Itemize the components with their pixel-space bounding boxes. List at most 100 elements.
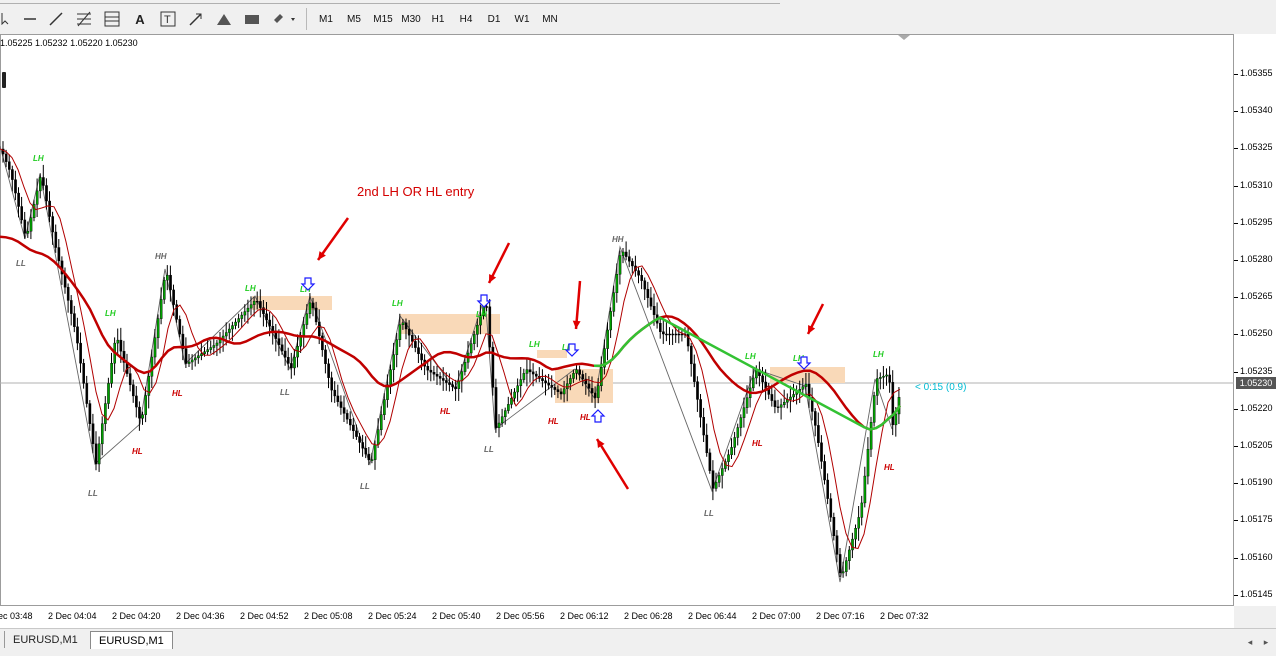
bear-candle <box>342 407 346 414</box>
swing-label-ll: LL <box>16 259 26 268</box>
bull-candle <box>212 345 216 348</box>
bull-candle <box>380 414 383 430</box>
tabs-scroll-left-icon[interactable]: ◂ <box>1244 631 1256 653</box>
timeframe-m5[interactable]: M5 <box>341 10 367 28</box>
timeframe-h4[interactable]: H4 <box>453 10 479 28</box>
bear-candle <box>643 280 647 290</box>
bear-candle <box>4 153 8 162</box>
swing-label-lh: LH <box>745 352 756 361</box>
more-shapes-icon[interactable] <box>270 8 300 30</box>
bull-candle <box>302 324 306 336</box>
bull-candle <box>187 361 191 364</box>
bull-candle <box>783 401 786 405</box>
bear-candle <box>23 219 27 234</box>
bull-candle <box>234 321 237 326</box>
time-tick-label: 2 Dec 06:12 <box>560 611 609 621</box>
price-tick-label: 1.05265 <box>1240 291 1273 302</box>
bull-candle <box>401 322 405 325</box>
bull-candle <box>507 404 510 411</box>
bull-candle <box>569 378 572 384</box>
bear-candle <box>891 382 895 426</box>
triangle-icon[interactable] <box>214 8 234 30</box>
bear-candle <box>318 321 321 337</box>
bear-candle <box>268 319 272 327</box>
bull-candle <box>566 383 569 390</box>
bear-candle <box>587 383 591 389</box>
chart-tab-active[interactable]: EURUSD,M1 <box>90 631 173 649</box>
bear-candle <box>420 353 423 361</box>
trendline-icon[interactable] <box>46 8 66 30</box>
timeframe-m15[interactable]: M15 <box>369 10 397 28</box>
bear-candle <box>42 177 45 186</box>
timeframe-m1[interactable]: M1 <box>313 10 339 28</box>
bull-candle <box>879 377 882 379</box>
price-tick-label: 1.05145 <box>1240 588 1273 599</box>
bull-candle <box>141 414 144 419</box>
price-tick-label: 1.05355 <box>1240 68 1273 78</box>
bull-candle <box>252 300 256 305</box>
bull-candle <box>100 423 104 445</box>
price-tick-label: 1.05340 <box>1240 105 1273 116</box>
bull-candle <box>510 398 513 405</box>
bear-candle <box>277 338 281 346</box>
arrow-tool-icon[interactable] <box>186 8 206 30</box>
bear-candle <box>66 287 70 301</box>
bull-candle <box>752 377 755 389</box>
fibonacci-icon[interactable] <box>74 8 94 30</box>
bull-candle <box>240 314 244 319</box>
bear-candle <box>404 322 408 330</box>
bull-candle <box>203 351 206 354</box>
swing-label-lh: LH <box>105 309 116 318</box>
bull-candle <box>851 538 854 551</box>
bull-candle <box>504 410 507 418</box>
timeframe-h1[interactable]: H1 <box>425 10 451 28</box>
cursor-icon[interactable] <box>0 8 10 30</box>
bull-candle <box>107 383 110 404</box>
bear-candle <box>581 374 585 380</box>
bear-candle <box>702 417 705 436</box>
time-tick-label: 2 Dec 04:52 <box>240 611 289 621</box>
bull-candle <box>246 307 250 312</box>
price-tick-mark <box>1234 594 1238 596</box>
text-label-icon[interactable]: T <box>158 8 178 30</box>
toolbar-top-edge <box>0 0 780 4</box>
bear-candle <box>407 328 411 336</box>
grid-icon[interactable] <box>102 8 122 30</box>
tabs-scroll-right-icon[interactable]: ▸ <box>1260 631 1272 653</box>
bear-candle <box>705 434 709 454</box>
swing-label-hh: HH <box>612 235 624 244</box>
bull-candle <box>727 454 730 462</box>
bear-candle <box>48 200 51 217</box>
bear-candle <box>668 333 671 336</box>
timeframe-w1[interactable]: W1 <box>509 10 535 28</box>
bear-candle <box>358 436 361 443</box>
bear-candle <box>776 406 780 408</box>
timeframe-d1[interactable]: D1 <box>481 10 507 28</box>
bear-candle <box>259 301 262 308</box>
bull-candle <box>296 346 299 358</box>
bull-candle <box>876 378 879 396</box>
bear-candle <box>544 380 547 384</box>
horizontal-line-icon[interactable] <box>20 8 40 30</box>
price-tick-mark <box>1234 520 1238 522</box>
bear-candle <box>773 400 777 408</box>
bear-candle <box>414 341 417 348</box>
timeframe-m30[interactable]: M30 <box>397 10 425 28</box>
rectangle-icon[interactable] <box>242 8 262 30</box>
bear-candle <box>556 389 560 392</box>
timeframe-mn[interactable]: MN <box>537 10 563 28</box>
annotation-arrow-icon <box>595 438 630 490</box>
bull-candle <box>618 255 622 275</box>
text-icon[interactable]: A <box>130 8 150 30</box>
bear-candle <box>345 413 349 420</box>
bull-candle <box>733 437 736 448</box>
swing-label-hl: HL <box>172 389 183 398</box>
bear-candle <box>94 443 98 465</box>
bull-candle <box>714 482 718 489</box>
swing-label-lh: LH <box>33 154 44 163</box>
bear-candle <box>593 392 597 398</box>
chart-tab[interactable]: EURUSD,M1 <box>4 631 86 648</box>
time-tick-label: 2 Dec 04:36 <box>176 611 225 621</box>
time-tick-label: 2 Dec 07:32 <box>880 611 929 621</box>
bull-candle <box>739 417 743 428</box>
